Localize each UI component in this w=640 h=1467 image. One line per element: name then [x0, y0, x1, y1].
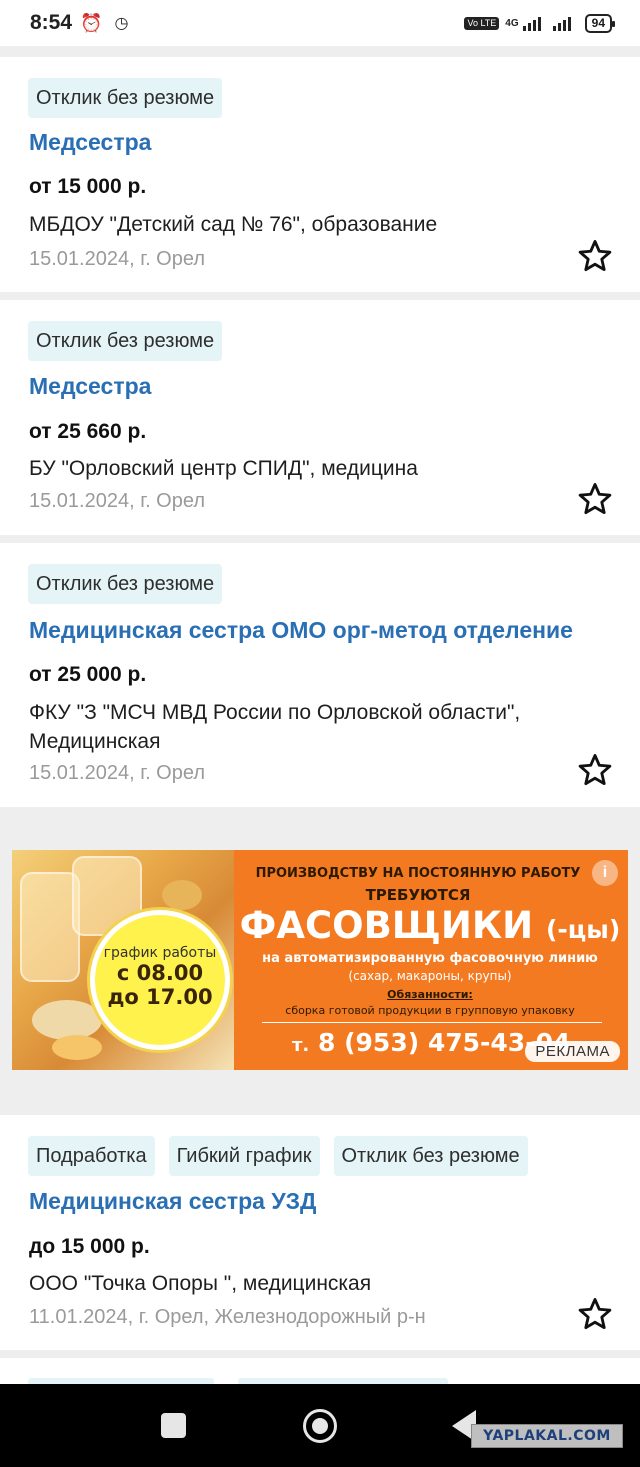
vacancy-title[interactable]: Медсестра [29, 373, 151, 400]
vacancy-date-location: 15.01.2024, г. Орел [29, 762, 205, 784]
tag-no-resume: Отклик без резюме [333, 1136, 528, 1176]
ad-line-5: (сахар, макароны, крупы) [348, 969, 512, 983]
ad-schedule-label: график работы [103, 945, 217, 961]
ad-schedule-badge: график работы с 08.00 до 17.00 [90, 910, 230, 1050]
favorite-star-icon[interactable] [576, 480, 614, 518]
recent-apps-icon[interactable] [161, 1413, 186, 1438]
ad-line-4: на автоматизированную фасовочную линию [262, 951, 598, 966]
vacancy-date-location: 15.01.2024, г. Орел [29, 490, 205, 512]
favorite-star-icon[interactable] [576, 1295, 614, 1333]
status-time: 8:54 [30, 11, 73, 34]
ad-duties-label: Обязанности: [387, 988, 473, 1001]
status-bar: 8:54 ⏰ ◷ Vo LTE 4G 94 [0, 0, 640, 46]
system-navigation-bar: YAPLAKAL.COM [0, 1384, 640, 1467]
vacancy-company: БУ "Орловский центр СПИД", медицина [29, 457, 418, 480]
ad-divider [262, 1022, 602, 1023]
tag-no-resume: Отклик без резюме [28, 321, 223, 361]
ad-line-2: ТРЕБУЮТСЯ [365, 886, 471, 904]
vacancy-company: ООО "Точка Опоры ", медицинская [29, 1272, 372, 1295]
vacancy-date-location: 15.01.2024, г. Орел [29, 248, 205, 270]
home-icon[interactable] [303, 1409, 337, 1443]
ad-label: РЕКЛАМА [525, 1041, 620, 1062]
ad-banner[interactable]: график работы с 08.00 до 17.00 ПРОИЗВОДС… [12, 850, 628, 1070]
tag-flexible-schedule: Гибкий график [168, 1136, 320, 1176]
network-type: 4G [505, 17, 519, 29]
vacancy-salary: от 25 660 р. [29, 420, 147, 443]
vacancy-card[interactable]: Отклик без резюме Медицинская сестра ОМО… [0, 543, 640, 807]
watermark: YAPLAKAL.COM [471, 1424, 623, 1448]
ad-headline-main: ФАСОВЩИКИ [239, 904, 534, 947]
ad-section: график работы с 08.00 до 17.00 ПРОИЗВОДС… [0, 815, 640, 1110]
vacancy-card[interactable]: Отклик без резюме Медсестра от 15 000 р.… [0, 57, 640, 292]
alarm-icon: ⏰ [80, 12, 103, 33]
favorite-star-icon[interactable] [576, 751, 614, 789]
vacancy-card[interactable]: Отклик без резюме Медсестра от 25 660 р.… [0, 300, 640, 535]
battery-icon: 94 [584, 13, 616, 33]
ad-text: ПРОИЗВОДСТВУ НА ПОСТОЯННУЮ РАБОТУ ТРЕБУЮ… [232, 850, 628, 1070]
info-icon[interactable]: i [592, 860, 618, 886]
ad-schedule-from: с 08.00 [116, 961, 204, 985]
vacancy-card[interactable]: Подработка Гибкий график Отклик без резю… [0, 1115, 640, 1350]
vacancy-date-location: 11.01.2024, г. Орел, Железнодорожный р-н [29, 1306, 426, 1328]
signal-icon [522, 15, 541, 31]
ad-headline: ФАСОВЩИКИ (-цы) [232, 904, 628, 947]
tag-part-time: Подработка [28, 1136, 155, 1176]
alarm-outline-icon: ◷ [114, 15, 129, 32]
vacancy-title[interactable]: Медсестра [29, 129, 151, 156]
vacancy-company: ФКУ "З "МСЧ МВД России по Орловской обла… [29, 701, 521, 753]
signal-icon-2 [552, 15, 571, 31]
next-vacancy-card-peek [0, 1358, 640, 1384]
vacancy-salary: до 15 000 р. [29, 1235, 150, 1258]
vacancy-title[interactable]: Медицинская сестра ОМО орг-метод отделен… [29, 617, 573, 644]
vacancy-title[interactable]: Медицинская сестра УЗД [29, 1188, 316, 1215]
tag-no-resume: Отклик без резюме [28, 78, 223, 118]
favorite-star-icon[interactable] [576, 237, 614, 275]
ad-duties: сборка готовой продукции в групповую упа… [285, 1004, 575, 1017]
ad-line-1: ПРОИЗВОДСТВУ НА ПОСТОЯННУЮ РАБОТУ [255, 866, 581, 881]
volte-icon: Vo LTE [464, 16, 500, 30]
tag-no-resume: Отклик без резюме [28, 564, 223, 604]
vacancy-salary: от 15 000 р. [29, 175, 147, 198]
ad-schedule-to: до 17.00 [107, 985, 213, 1009]
ad-headline-suffix: (-цы) [545, 915, 621, 944]
vacancy-company: МБДОУ "Детский сад № 76", образование [29, 213, 438, 236]
vacancy-salary: от 25 000 р. [29, 663, 147, 686]
ad-phone-prefix: т. [292, 1035, 310, 1056]
